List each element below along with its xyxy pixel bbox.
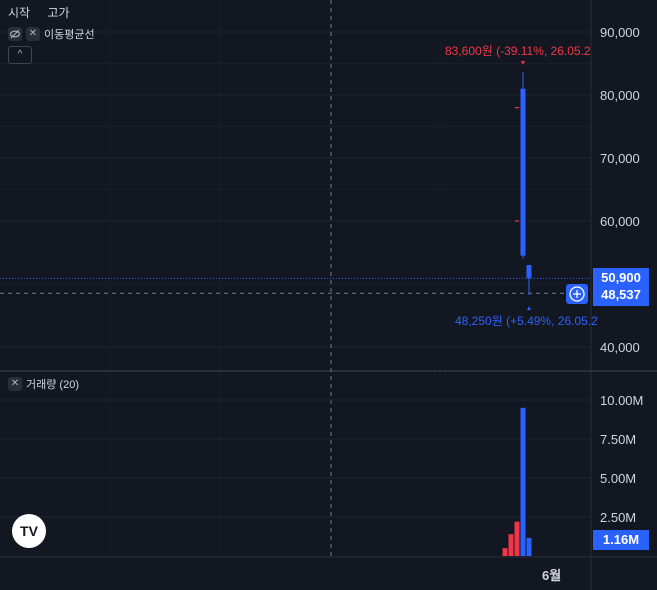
ma-legend: ✕ 이동평균선 — [8, 26, 95, 42]
close-icon[interactable]: ✕ — [26, 27, 40, 41]
price-tick-label: 40,000 — [600, 340, 640, 355]
open-label: 시작 — [8, 6, 31, 20]
chevron-up-icon[interactable]: ^ — [8, 46, 32, 64]
high-label: 고가 — [47, 6, 70, 20]
plus-circle-icon[interactable] — [566, 284, 588, 304]
volume-bar — [508, 534, 514, 556]
volume-tick-label: 10.00M — [600, 393, 643, 408]
high-annotation: 83,600원 (-39.11%, 26.05.2 — [445, 44, 591, 58]
volume-bar — [526, 537, 532, 556]
volume-label: 거래량 (20) — [26, 379, 79, 391]
price-tick-label: 80,000 — [600, 88, 640, 103]
ohlc-legend: 시작 고가 — [8, 4, 84, 21]
volume-tick-label: 5.00M — [600, 471, 636, 486]
tradingview-logo[interactable]: TV — [12, 514, 46, 548]
volume-tick-label: 7.50M — [600, 432, 636, 447]
close-icon[interactable]: ✕ — [8, 377, 22, 391]
price-tick-label: 60,000 — [600, 214, 640, 229]
price-tick-label: 70,000 — [600, 151, 640, 166]
volume-tick-label: 2.50M — [600, 510, 636, 525]
x-axis-label: 6월 — [542, 568, 561, 583]
volume-bar — [502, 548, 508, 556]
crosshair-price-badge: 48,537 — [593, 284, 649, 306]
candle-body — [526, 265, 532, 279]
volume-legend: ✕ 거래량 (20) — [8, 376, 79, 392]
price-tick-label: 90,000 — [600, 25, 640, 40]
eye-off-icon[interactable] — [8, 27, 22, 41]
volume-last-badge: 1.16M — [593, 530, 649, 550]
volume-bar — [514, 521, 520, 556]
low-marker — [527, 306, 531, 310]
price-chart[interactable]: 90,000 80,000 70,000 60,000 40,000 83,600원 (-… — [0, 0, 657, 590]
volume-bar — [520, 407, 526, 556]
candle-body — [520, 88, 526, 256]
ma-label: 이동평균선 — [44, 29, 95, 41]
low-annotation: 48,250원 (+5.49%, 26.05.2 — [455, 314, 598, 328]
